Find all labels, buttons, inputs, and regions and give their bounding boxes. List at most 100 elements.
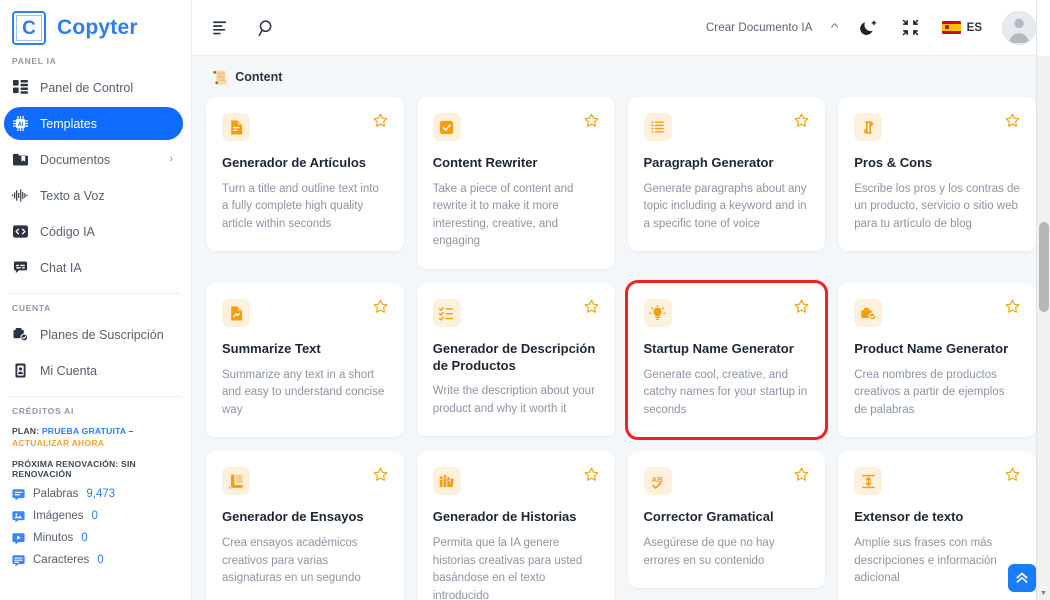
sidebar-item-mi-cuenta[interactable]: Mi Cuenta: [4, 354, 183, 387]
language-selector[interactable]: ES: [941, 21, 982, 34]
credit-row-minutos: Minutos 0: [12, 532, 181, 545]
create-document-button[interactable]: Crear Documento IA: [706, 22, 813, 34]
template-card-generador-de-historias[interactable]: Generador de Historias Permita que la IA…: [416, 451, 615, 600]
sidebar-item-texto-a-voz[interactable]: Texto a Voz: [4, 179, 183, 212]
plan-upgrade-link[interactable]: ACTUALIZAR AHORA: [12, 438, 104, 448]
template-card-generador-de-descripcion-de-productos[interactable]: Generador de Descripción de Productos Wr…: [416, 283, 615, 437]
favorite-star-icon[interactable]: [1005, 299, 1020, 314]
brand-logo[interactable]: C Copyter: [0, 0, 191, 56]
plan-key: PLAN:: [12, 426, 40, 436]
sidebar-item-codigo-ia[interactable]: Código IA: [4, 215, 183, 248]
card-header: [854, 467, 1020, 496]
minutes-icon: [12, 532, 25, 545]
credit-label: Imágenes: [33, 510, 84, 523]
card-header: [222, 299, 388, 327]
page-scrollbar[interactable]: ▲ ▼: [1036, 0, 1050, 600]
card-description: Turn a title and outline text into a ful…: [222, 182, 379, 230]
sidebar-item-planes-de-suscripcion[interactable]: Planes de Suscripción: [4, 318, 183, 351]
card-description: Amplíe sus frases con más descripciones …: [854, 537, 997, 585]
favorite-star-icon[interactable]: [373, 299, 388, 314]
card-description: Asegúrese de que no hay errores en su co…: [643, 537, 775, 567]
scroll-down-arrow-icon[interactable]: ▼: [1037, 587, 1050, 600]
template-card-product-name-generator[interactable]: Product Name Generator Crea nombres de p…: [838, 283, 1036, 438]
sidebar-item-label: Código IA: [40, 224, 95, 239]
card-title: Content Rewriter: [432, 155, 538, 170]
code-icon: [12, 224, 28, 240]
card-description: Take a piece of content and rewrite it t…: [432, 182, 574, 248]
sidebar-divider-2: [8, 396, 181, 397]
credit-label: Caracteres: [33, 554, 90, 567]
credit-row-caracteres: Caracteres 0: [12, 554, 181, 567]
sidebar-item-documentos[interactable]: Documentos ›: [4, 143, 183, 176]
credit-value: 0: [81, 532, 88, 545]
card-header: [432, 113, 599, 141]
sidebar-item-chat-ia[interactable]: Chat IA: [4, 251, 183, 284]
favorite-star-icon[interactable]: [794, 113, 809, 128]
card-header: [643, 299, 810, 327]
favorite-star-icon[interactable]: [373, 467, 388, 482]
spain-flag-icon: [941, 21, 961, 34]
sidebar: C Copyter PANEL IA Panel de Control AI T…: [0, 0, 192, 600]
words-icon: [12, 488, 25, 501]
template-card-summarize-text[interactable]: Summarize Text Summarize any text in a s…: [206, 283, 404, 438]
template-card-paragraph-generator[interactable]: Paragraph Generator Generate paragraphs …: [627, 97, 826, 252]
sidebar-section-panel-label: PANEL IA: [12, 56, 57, 66]
scrollbar-top-cap: [1037, 0, 1050, 56]
menu-align-icon[interactable]: [210, 17, 232, 39]
favorite-star-icon[interactable]: [584, 467, 599, 482]
template-card-grid: Generador de Artículos Turn a title and …: [206, 97, 1036, 600]
favorite-star-icon[interactable]: [584, 299, 599, 314]
scroll-document-icon: 📜: [212, 69, 229, 85]
dashboard-icon: [12, 80, 28, 96]
sidebar-item-label: Mi Cuenta: [40, 363, 97, 378]
card-description: Generate paragraphs about any topic incl…: [643, 182, 807, 230]
content-section-header: 📜 Content: [212, 70, 1036, 84]
document-file-icon: [222, 113, 250, 141]
favorite-star-icon[interactable]: [373, 113, 388, 128]
card-title: Summarize Text: [222, 341, 321, 356]
template-card-pros-and-cons[interactable]: Pros & Cons Escribe los pros y los contr…: [838, 97, 1036, 252]
credit-row-palabras: Palabras 9,473: [12, 488, 181, 501]
card-title: Pros & Cons: [854, 155, 933, 170]
chevron-right-icon[interactable]: ›: [169, 154, 173, 165]
sidebar-account-group: Planes de Suscripción Mi Cuenta: [0, 313, 191, 387]
avatar[interactable]: [1002, 10, 1036, 45]
template-card-corrector-gramatical[interactable]: AB Corrector Gramatical Asegúrese de que…: [627, 451, 826, 589]
favorite-star-icon[interactable]: [1005, 467, 1020, 482]
chip-ai-icon: AI: [12, 116, 28, 132]
favorite-star-icon[interactable]: [794, 299, 809, 314]
template-card-startup-name-generator[interactable]: Startup Name Generator Generate cool, cr…: [627, 283, 826, 438]
card-title: Generador de Artículos: [222, 155, 366, 170]
sidebar-item-panel-de-control[interactable]: Panel de Control: [4, 71, 183, 104]
favorite-star-icon[interactable]: [794, 467, 809, 482]
template-card-extensor-de-texto[interactable]: Extensor de texto Amplíe sus frases con …: [838, 451, 1036, 600]
sidebar-item-label: Chat IA: [40, 260, 82, 275]
favorite-star-icon[interactable]: [1005, 113, 1020, 128]
chat-icon: [12, 260, 28, 276]
essay-scroll-icon: [222, 467, 250, 496]
brand-mark-icon: C: [12, 11, 46, 45]
template-card-content-rewriter[interactable]: Content Rewriter Take a piece of content…: [416, 97, 615, 269]
card-title: Generador de Historias: [432, 509, 577, 525]
card-title: Generador de Descripción de Productos: [432, 341, 596, 373]
card-header: [643, 113, 810, 141]
product-box-icon: [854, 299, 883, 327]
expand-text-icon: [854, 467, 883, 496]
paragraph-lines-icon: [643, 113, 672, 141]
sidebar-divider-1: [8, 293, 181, 294]
template-card-generador-de-ensayos[interactable]: Generador de Ensayos Crea ensayos académ…: [206, 451, 404, 600]
sidebar-item-label: Texto a Voz: [40, 188, 105, 203]
favorite-star-icon[interactable]: [584, 113, 599, 128]
card-header: [222, 467, 388, 496]
template-card-generador-de-articulos[interactable]: Generador de Artículos Turn a title and …: [206, 97, 404, 252]
checklist-icon: [432, 299, 461, 327]
books-icon: [432, 467, 461, 496]
page-title: Content: [235, 70, 283, 84]
sidebar-item-templates[interactable]: AI Templates: [4, 107, 183, 140]
chevron-up-icon[interactable]: ^: [831, 22, 839, 34]
scrollbar-thumb[interactable]: [1039, 222, 1049, 312]
search-icon[interactable]: [256, 17, 278, 39]
collapse-fullscreen-icon[interactable]: [900, 17, 922, 39]
moon-dark-mode-icon[interactable]: [858, 17, 880, 39]
scroll-to-top-button[interactable]: [1008, 564, 1036, 592]
